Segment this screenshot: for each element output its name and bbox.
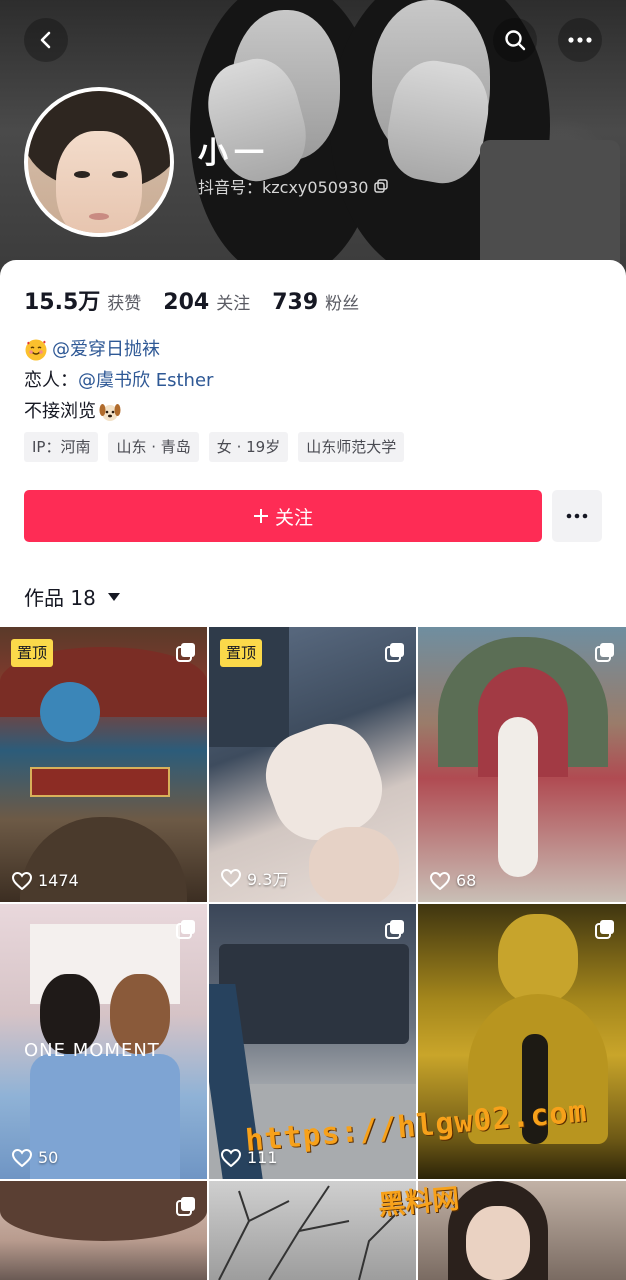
like-count-value: 9.3万 [247,870,289,889]
avatar-shape [74,171,90,178]
bio-line: @爱穿日抛袜 [24,334,213,365]
avatar-shape [56,131,142,233]
heart-icon [430,871,450,890]
bio-text: 不接浏览 [24,401,96,422]
stat-following[interactable]: 204 关注 [163,289,250,315]
bio: @爱穿日抛袜 恋人： @虞书欣 Esther 不接浏览 [24,334,213,427]
multi-image-icon [385,643,404,662]
multi-image-icon [595,920,614,939]
like-count: 9.3万 [221,866,288,890]
pinned-badge: 置顶 [220,639,263,667]
avatar[interactable] [24,87,174,237]
follow-label: 关注 [274,506,313,529]
multi-image-icon [176,643,195,662]
thumbnail-shape [219,944,409,1044]
video-grid: 置顶 1474 置顶 9.3万 68 ONE MOMENT 50 111 [0,627,626,1280]
stat-likes: 15.5万 获赞 [24,284,141,316]
avatar-shape [112,171,128,178]
like-count-value: 68 [456,871,477,890]
douyin-id-row[interactable]: 抖音号：kzcxy050930 [198,174,389,198]
like-count-value: 1474 [38,871,79,890]
stat-label: 获赞 [107,294,142,314]
heart-icon [221,1148,241,1167]
back-icon [40,31,51,49]
tab-works[interactable]: 作品 18 [24,582,120,611]
search-icon [505,30,526,51]
caret-down-icon [107,592,120,601]
like-count-value: 50 [38,1148,59,1167]
like-count: 50 [12,1148,58,1167]
thumbnail-shape [498,717,538,877]
video-thumbnail[interactable]: 68 [418,627,626,902]
more-icon [568,37,592,43]
video-thumbnail[interactable] [0,1181,207,1280]
stat-value: 204 [163,290,210,315]
douyin-id: 抖音号：kzcxy050930 [198,178,369,197]
tag-ip: IP：河南 [24,432,99,462]
tag-school[interactable]: 山东师范大学 [298,432,405,462]
like-count: 68 [430,871,476,890]
more-actions-button[interactable] [552,490,602,542]
watermark-site-name: 黑料网 [377,1183,461,1222]
image-caption: ONE MOMENT [24,1040,160,1061]
avatar-shape [89,213,109,220]
multi-image-icon [176,920,195,939]
tag-gender-age: 女 · 19岁 [208,432,289,462]
bio-line: 恋人： @虞书欣 Esther [24,365,213,396]
heart-icon [221,869,241,887]
more-icon [566,513,588,519]
stat-value: 739 [272,290,319,315]
profile-header: 小一 抖音号：kzcxy050930 [0,0,626,290]
more-options-button[interactable] [558,18,602,62]
like-count: 1474 [12,871,79,890]
thumbnail-shape [466,1206,530,1280]
tag-row: IP：河南 山东 · 青岛 女 · 19岁 山东师范大学 [24,432,405,462]
pinned-badge: 置顶 [11,639,54,667]
copy-icon[interactable] [374,179,389,193]
mention-link[interactable]: @虞书欣 Esther [78,365,213,396]
stat-label: 关注 [216,294,251,314]
video-thumbnail[interactable]: 置顶 9.3万 [209,627,416,902]
thumbnail-shape [30,767,170,797]
heart-icon [12,1148,32,1167]
thumbnail-shape [40,682,100,742]
thumbnail-shape [309,827,399,902]
follow-button[interactable]: 关注 [24,490,542,542]
stats-row: 15.5万 获赞 204 关注 739 粉丝 [24,284,381,316]
back-button[interactable] [24,18,68,62]
heart-icon [12,871,32,890]
nickname: 小一 [198,136,270,171]
tab-works-label: 作品 18 [24,586,96,610]
plus-icon [253,509,268,523]
stat-value: 15.5万 [24,290,101,315]
search-button[interactable] [493,18,537,62]
bio-text: 恋人： [24,370,78,391]
video-thumbnail[interactable]: ONE MOMENT 50 [0,904,207,1179]
bio-line: 不接浏览 [24,396,213,427]
stat-label: 粉丝 [325,294,360,314]
thumbnail-shape [498,914,578,1004]
tag-location: 山东 · 青岛 [108,432,199,462]
smiling-face-with-hearts-emoji-icon [25,339,47,360]
multi-image-icon [595,643,614,662]
dog-face-emoji-icon [99,403,121,421]
multi-image-icon [176,1197,195,1216]
stat-followers[interactable]: 739 粉丝 [272,289,359,315]
mention-link[interactable]: @爱穿日抛袜 [52,334,160,365]
video-thumbnail[interactable]: 置顶 1474 [0,627,207,902]
multi-image-icon [385,920,404,939]
